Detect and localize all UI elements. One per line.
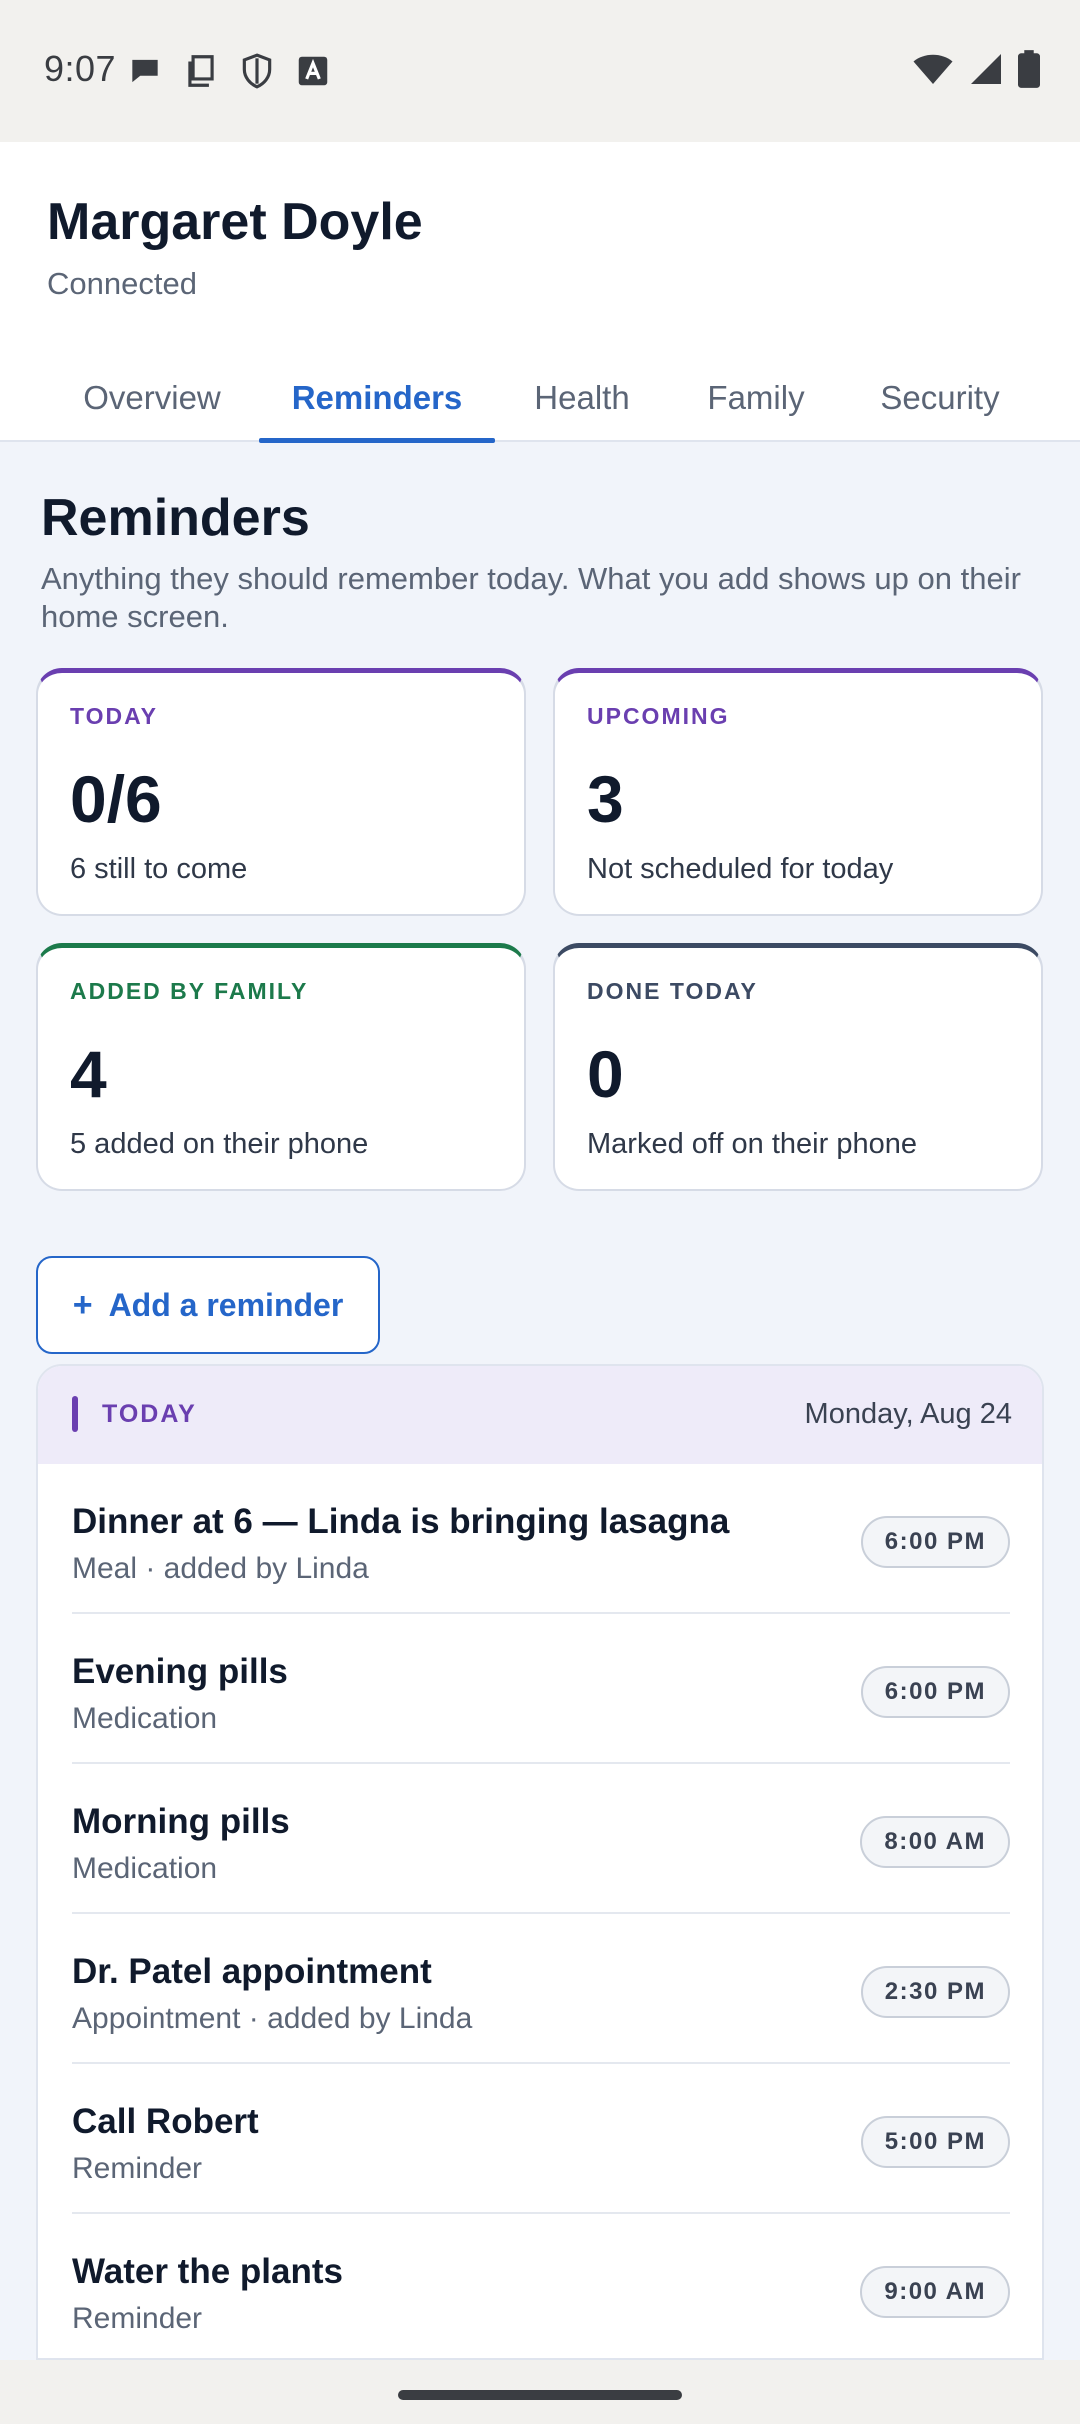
- reminder-subtitle: Appointment · added by Linda: [72, 2002, 473, 2035]
- list-header-label: TODAY: [102, 1400, 197, 1428]
- reminder-title: Morning pills: [72, 1802, 290, 1841]
- status-bar: 9:07: [0, 0, 1080, 142]
- contact-name: Margaret Doyle: [47, 193, 423, 251]
- reminder-time-badge: 6:00 PM: [860, 1666, 1010, 1718]
- stat-label: ADDED BY FAMILY: [70, 978, 309, 1004]
- tab-security[interactable]: Security: [860, 354, 1020, 442]
- reminder-list: TODAY Monday, Aug 24 Dinner at 6 — Linda…: [36, 1364, 1044, 2360]
- reminder-row[interactable]: Dr. Patel appointment Appointment · adde…: [72, 1914, 1010, 2064]
- reminder-title: Dinner at 6 — Linda is bringing lasagna: [72, 1502, 730, 1541]
- home-indicator[interactable]: [398, 2390, 682, 2400]
- stat-value: 0/6: [70, 762, 162, 836]
- stat-subtitle: Marked off on their phone: [587, 1128, 917, 1160]
- add-reminder-button[interactable]: + Add a reminder: [36, 1256, 380, 1354]
- chat-bubble-icon: [132, 59, 158, 83]
- stat-card-today: TODAY 0/6 6 still to come: [36, 668, 526, 916]
- reminder-subtitle: Medication: [72, 1702, 218, 1735]
- tab-health[interactable]: Health: [510, 354, 654, 442]
- copy-icon: [188, 55, 214, 87]
- stat-card-upcoming: UPCOMING 3 Not scheduled for today: [553, 668, 1043, 916]
- status-time: 9:07: [44, 48, 117, 89]
- list-header: TODAY Monday, Aug 24: [38, 1366, 1042, 1464]
- reminder-title: Call Robert: [72, 2102, 259, 2141]
- tab-reminders[interactable]: Reminders: [259, 354, 495, 443]
- reminder-time-badge: 8:00 AM: [860, 1816, 1010, 1868]
- reminder-title: Water the plants: [72, 2252, 343, 2291]
- wifi-icon: [913, 54, 953, 84]
- text-a-icon: [298, 56, 328, 86]
- navigation-bar: [0, 2360, 1080, 2424]
- status-system-icons: [912, 50, 1040, 88]
- reminder-time-badge: 5:00 PM: [860, 2116, 1010, 2168]
- reminder-time-badge: 2:30 PM: [860, 1966, 1010, 2018]
- reminder-row[interactable]: Water the plants Reminder 9:00 AM: [72, 2214, 1010, 2358]
- page-description: Anything they should remember today. Wha…: [41, 561, 1021, 634]
- add-reminder-label: Add a reminder: [108, 1286, 344, 1323]
- reminder-subtitle: Reminder: [72, 2152, 203, 2185]
- stat-subtitle: 6 still to come: [70, 853, 248, 885]
- stat-value: 0: [587, 1037, 624, 1111]
- contact-header: Margaret Doyle Connected Overview Remind…: [0, 142, 1080, 443]
- plus-icon: +: [72, 1285, 93, 1324]
- stat-value: 4: [70, 1037, 107, 1111]
- shield-icon: [242, 53, 272, 89]
- reminder-time-badge: 6:00 PM: [860, 1516, 1010, 1568]
- signal-icon: [971, 54, 1001, 84]
- stat-value: 3: [587, 762, 624, 836]
- stat-subtitle: 5 added on their phone: [70, 1128, 369, 1160]
- stat-subtitle: Not scheduled for today: [587, 853, 894, 885]
- accent-bar: [72, 1396, 78, 1432]
- connection-status: Connected: [47, 266, 197, 301]
- tab-family[interactable]: Family: [686, 354, 826, 442]
- stat-label: TODAY: [70, 703, 158, 729]
- tab-overview[interactable]: Overview: [54, 354, 250, 442]
- reminder-time-badge: 9:00 AM: [860, 2266, 1010, 2318]
- reminder-row[interactable]: Morning pills Medication 8:00 AM: [72, 1764, 1010, 1914]
- page-title: Reminders: [41, 489, 310, 547]
- stat-card-done-today: DONE TODAY 0 Marked off on their phone: [553, 943, 1043, 1191]
- reminder-title: Dr. Patel appointment: [72, 1952, 432, 1991]
- list-header-date: Monday, Aug 24: [804, 1398, 1012, 1430]
- reminder-subtitle: Meal · added by Linda: [72, 1552, 369, 1585]
- tab-bar: Overview Reminders Health Family Securit…: [0, 354, 1080, 443]
- reminder-row[interactable]: Dinner at 6 — Linda is bringing lasagna …: [72, 1464, 1010, 1614]
- battery-icon: [1018, 50, 1040, 88]
- reminder-subtitle: Medication: [72, 1852, 218, 1885]
- reminder-row[interactable]: Evening pills Medication 6:00 PM: [72, 1614, 1010, 1764]
- status-notification-icons: [126, 52, 332, 90]
- stat-card-added-by-family: ADDED BY FAMILY 4 5 added on their phone: [36, 943, 526, 1191]
- stat-label: UPCOMING: [587, 703, 730, 729]
- reminder-title: Evening pills: [72, 1652, 288, 1691]
- stat-label: DONE TODAY: [587, 978, 758, 1004]
- reminder-subtitle: Reminder: [72, 2302, 203, 2335]
- reminder-row[interactable]: Call Robert Reminder 5:00 PM: [72, 2064, 1010, 2214]
